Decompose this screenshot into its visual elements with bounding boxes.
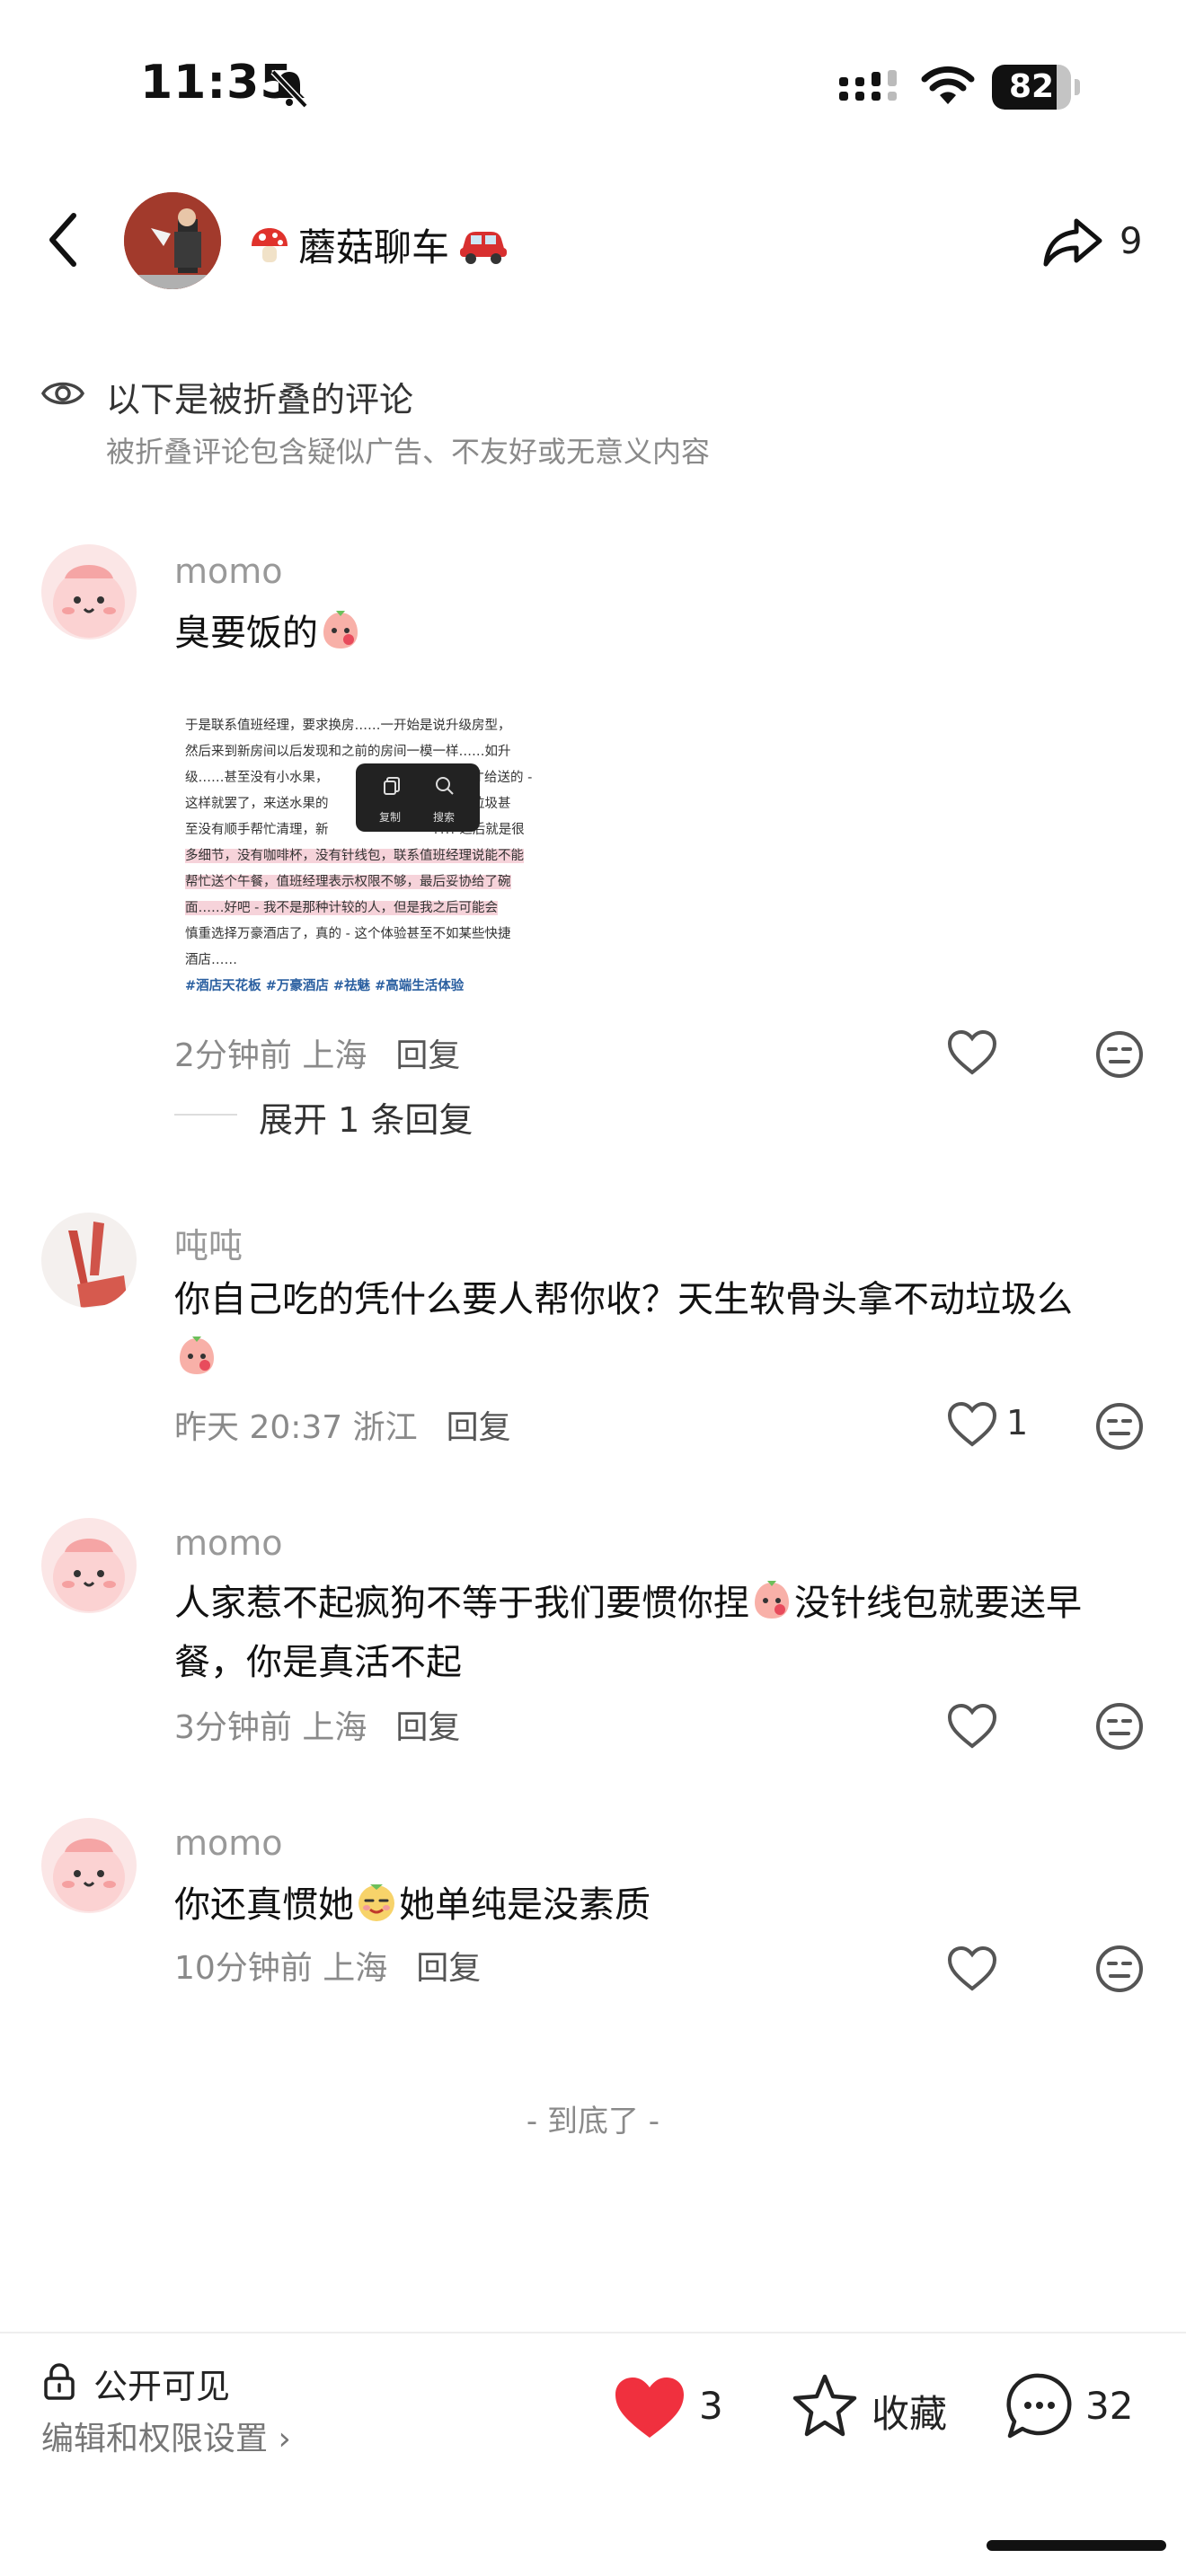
comment-text-content: 臭要饭的	[174, 613, 318, 654]
share-count: 9	[1120, 221, 1143, 262]
photo-avatar-icon	[41, 1213, 137, 1308]
popup-copy: 复制	[379, 811, 402, 824]
comment-meta: 昨天 20:37 浙江 回复	[174, 1401, 511, 1448]
comment-meta: 2分钟前 上海 回复	[174, 1029, 460, 1076]
heart-icon[interactable]	[947, 1703, 997, 1750]
heart-icon[interactable]	[947, 1945, 997, 1992]
home-indicator	[987, 2540, 1166, 2551]
comment-image[interactable]: 于是联系值班经理，要求换房……一开始是说升级房型， 然后来到新房间以后发现和之前…	[185, 713, 598, 1010]
pink-blob-avatar-icon	[41, 1518, 137, 1613]
mushroom-icon	[252, 227, 288, 262]
search-icon	[436, 777, 454, 795]
comment-text: 人家惹不起疯狗不等于我们要惯你捏 没针线包就要送早 餐，你是真活不起	[174, 1574, 1127, 1692]
dislike-face-icon[interactable]	[1094, 1401, 1145, 1451]
comment-username[interactable]: momo	[174, 1523, 283, 1563]
comment-text-content: 人家惹不起疯狗不等于我们要惯你捏	[174, 1583, 749, 1624]
back-arrow-icon[interactable]	[40, 208, 93, 271]
expand-replies-button[interactable]: 展开 1 条回复	[259, 1092, 473, 1142]
smug-face-emoji-icon	[358, 1884, 394, 1921]
dislike-face-icon[interactable]	[1094, 1701, 1145, 1751]
folded-title: 以下是被折叠的评论	[106, 380, 414, 419]
channel-avatar[interactable]	[124, 192, 221, 289]
dislike-face-icon[interactable]	[1094, 1944, 1145, 1994]
bottom-divider	[0, 2332, 1186, 2333]
heart-icon[interactable]	[947, 1029, 997, 1076]
image-text-line: 面……好吧 - 我不是那种计较的人，但是我之后可能会	[185, 901, 498, 915]
copy-icon	[384, 777, 400, 795]
peach-face-emoji-icon	[323, 611, 358, 648]
comment-text-content: 没针线包就要送早	[794, 1583, 1082, 1624]
peach-face-emoji-icon	[180, 1337, 214, 1374]
reply-button[interactable]: 回复	[395, 1029, 460, 1076]
comment-location: 浙江	[352, 1409, 418, 1446]
wifi-icon	[921, 66, 975, 104]
comment-time: 昨天 20:37	[174, 1409, 343, 1446]
star-icon[interactable]	[791, 2371, 859, 2439]
comment-text: 你还真惯她 她单纯是没素质	[174, 1875, 1127, 1935]
comment-meta: 3分钟前 上海 回复	[174, 1701, 460, 1748]
comment-meta: 10分钟前 上海 回复	[174, 1942, 481, 1989]
comment-text-content: 她单纯是没素质	[399, 1884, 651, 1926]
avatar[interactable]	[41, 1213, 137, 1308]
image-text-line: 然后来到新房间以后发现和之前的房间一模一样……如升	[185, 745, 511, 759]
comment-time: 10分钟前	[174, 1950, 313, 1987]
reply-button[interactable]: 回复	[416, 1942, 481, 1989]
comment-username[interactable]: momo	[174, 1823, 283, 1863]
silent-bell-icon	[270, 69, 308, 109]
comment-text: 臭要饭的	[174, 604, 1127, 663]
channel-title-text: 蘑菇聊车	[298, 225, 450, 269]
image-text-line: 酒店……	[185, 953, 237, 967]
comment-text-content: 你还真惯她	[174, 1884, 354, 1926]
avatar[interactable]	[41, 1518, 137, 1613]
comment-text-content: 你自己吃的凭什么要人帮你收？天生软骨头拿不动垃圾么	[174, 1279, 1073, 1320]
eye-icon	[41, 382, 84, 405]
red-car-icon	[460, 231, 508, 264]
comment-location: 上海	[302, 1037, 367, 1074]
comment-text: 你自己吃的凭什么要人帮你收？天生软骨头拿不动垃圾么	[174, 1270, 1127, 1389]
avatar[interactable]	[41, 544, 137, 640]
like-heart-icon[interactable]	[613, 2375, 686, 2441]
comment-bubble-icon[interactable]	[1005, 2371, 1075, 2441]
image-hashtags: #酒店天花板 #万豪酒店 #祛魅 #高端生活体验	[185, 979, 465, 993]
battery-percent: 82	[1008, 68, 1055, 105]
post-comment-count: 32	[1085, 2384, 1134, 2428]
comment-location: 上海	[323, 1950, 388, 1987]
comment-location: 上海	[302, 1709, 367, 1746]
comment-username[interactable]: 吨吨	[174, 1218, 243, 1267]
image-text-line: 于是联系值班经理，要求换房……一开始是说升级房型，	[185, 719, 511, 733]
battery-indicator: 82	[992, 65, 1082, 110]
avatar[interactable]	[41, 1818, 137, 1913]
peach-face-emoji-icon	[755, 1581, 789, 1619]
text-selection-popup: 复制 搜索	[356, 763, 480, 832]
end-of-list: - 到底了 -	[526, 2104, 660, 2139]
expand-divider	[174, 1114, 237, 1116]
comment-time: 3分钟前	[174, 1709, 292, 1746]
channel-title[interactable]: 蘑菇聊车	[248, 217, 510, 272]
image-text-line: 慎重选择万豪酒店了，真的 - 这个体验甚至不如某些快捷	[185, 927, 511, 941]
folded-subtitle: 被折叠评论包含疑似广告、不友好或无意义内容	[106, 435, 711, 469]
dislike-face-icon[interactable]	[1094, 1029, 1145, 1080]
popup-search: 搜索	[433, 811, 456, 824]
comment-time: 2分钟前	[174, 1037, 292, 1074]
favorite-button[interactable]: 收藏	[872, 2384, 947, 2439]
image-text-line: 多细节，没有咖啡杯，没有针线包，联系值班经理说能不能	[185, 849, 524, 863]
like-count: 1	[1006, 1403, 1029, 1442]
comment-text-content: 餐，你是真活不起	[174, 1642, 462, 1683]
share-icon[interactable]	[1040, 208, 1105, 273]
pink-blob-avatar-icon	[41, 544, 137, 640]
post-like-count: 3	[699, 2384, 723, 2428]
pink-blob-avatar-icon	[41, 1818, 137, 1913]
lock-icon	[44, 2363, 75, 2400]
cellular-signal-icon	[839, 70, 897, 101]
heart-icon[interactable]	[947, 1401, 997, 1448]
visibility-label[interactable]: 公开可见	[93, 2359, 230, 2408]
reply-button[interactable]: 回复	[395, 1701, 460, 1748]
reply-button[interactable]: 回复	[447, 1401, 511, 1448]
comment-username[interactable]: momo	[174, 551, 283, 591]
permission-settings-link[interactable]: 编辑和权限设置 ›	[41, 2413, 291, 2459]
image-text-line: 帮忙送个午餐，值班经理表示权限不够，最后妥协给了碗	[185, 875, 511, 889]
